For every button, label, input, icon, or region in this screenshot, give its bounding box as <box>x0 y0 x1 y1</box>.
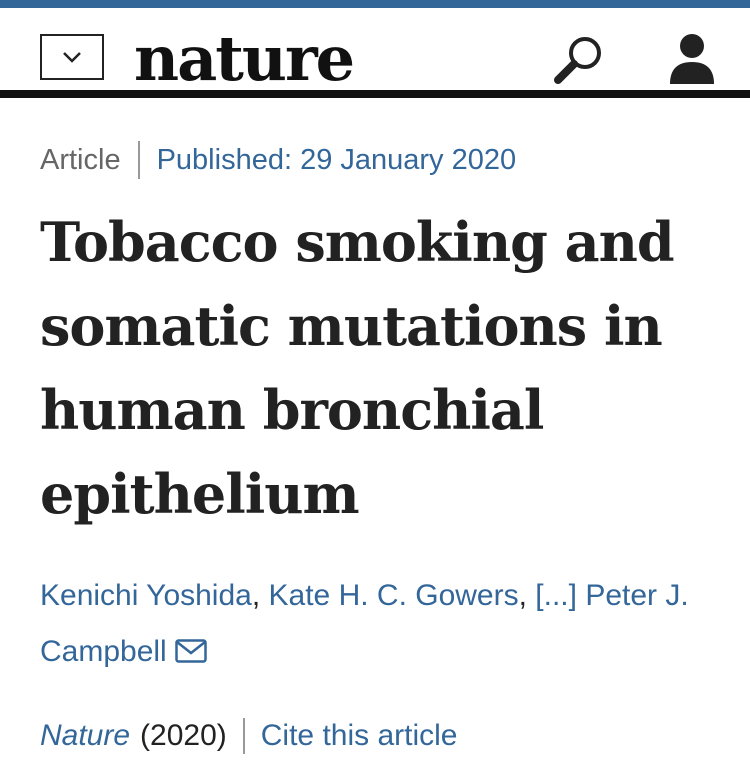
show-all-authors-button[interactable]: [...] <box>535 579 577 612</box>
author-link[interactable]: Kate H. C. Gowers <box>269 579 519 612</box>
publication-year: (2020) <box>140 719 227 752</box>
top-brand-stripe <box>0 0 750 8</box>
account-icon <box>670 34 714 84</box>
article-meta: Article Published: 29 January 2020 <box>40 138 516 182</box>
author-link[interactable]: Kenichi Yoshida <box>40 579 252 612</box>
account-button[interactable] <box>666 32 718 86</box>
site-logo[interactable]: nature <box>134 24 355 94</box>
search-button[interactable] <box>552 34 608 86</box>
published-date: Published: 29 January 2020 <box>156 144 517 176</box>
cite-article-link[interactable]: Cite this article <box>261 710 458 762</box>
mail-icon[interactable] <box>174 639 207 663</box>
chevron-down-icon <box>63 52 81 63</box>
meta-separator <box>137 141 140 179</box>
search-icon <box>554 37 601 84</box>
menu-toggle-button[interactable] <box>40 34 104 80</box>
article-type: Article <box>40 144 121 176</box>
author-list: Kenichi Yoshida, Kate H. C. Gowers, [...… <box>40 579 689 668</box>
article-title: Tobacco smoking and somatic mutations in… <box>40 210 675 526</box>
cite-separator <box>242 718 245 754</box>
site-header: nature <box>0 8 750 94</box>
citation-line: Nature (2020) Cite this article <box>40 710 458 762</box>
journal-name[interactable]: Nature <box>40 710 130 762</box>
header-divider <box>0 90 750 98</box>
